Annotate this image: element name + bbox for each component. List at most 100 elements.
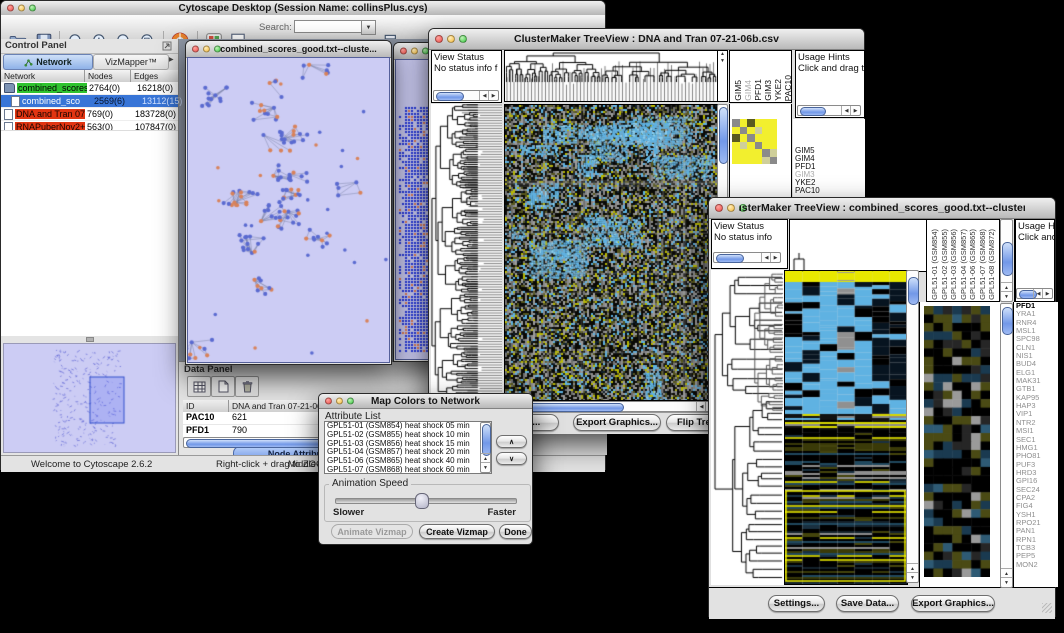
network-canvas[interactable] <box>188 58 391 364</box>
scroll-down-icon[interactable]: ▼ <box>1001 291 1012 301</box>
scrollbar[interactable]: ▲▼ <box>1000 303 1013 588</box>
treeview2-heatmap[interactable] <box>784 270 908 585</box>
close-icon[interactable] <box>400 48 407 55</box>
export-graphics-button[interactable]: Export Graphics... <box>911 595 995 612</box>
control-panel-title: Control Panel <box>5 40 67 51</box>
cell-id: PFD1 <box>183 425 229 437</box>
scrollbar-thumb[interactable] <box>1002 242 1013 276</box>
main-titlebar[interactable]: Cytoscape Desktop (Session Name: collins… <box>1 1 605 16</box>
col-id[interactable]: ID <box>183 400 229 412</box>
treeview2-titlebar[interactable]: ClusterMaker TreeView : combined_scores_… <box>709 198 1055 219</box>
treeview1-mini-heatmap[interactable] <box>732 119 777 164</box>
speed-slider-thumb[interactable] <box>415 493 429 509</box>
minimize-icon[interactable] <box>18 5 25 12</box>
new-doc-icon <box>218 380 229 393</box>
new-attribute-button[interactable] <box>211 376 235 397</box>
treeview1-titlebar[interactable]: ClusterMaker TreeView : DNA and Tran 07-… <box>429 29 864 50</box>
close-icon[interactable] <box>192 46 199 53</box>
done-button[interactable]: Done <box>499 524 532 539</box>
minimize-icon[interactable] <box>447 35 455 43</box>
minimize-icon[interactable] <box>411 48 418 55</box>
matrix-cell <box>747 127 755 135</box>
export-graphics-button[interactable]: Export Graphics... <box>573 414 661 431</box>
attribute-list[interactable]: GPL51-01 (GSM854) heat shock 05 minGPL51… <box>324 421 492 474</box>
tab-vizmapper[interactable]: VizMapper™ <box>93 54 169 70</box>
scrollbar[interactable]: ◀▶ <box>713 252 781 263</box>
animate-vizmap-button[interactable]: Animate Vizmap <box>331 524 413 539</box>
resize-grip[interactable] <box>1042 603 1052 613</box>
scrollbar[interactable]: ◀▶ <box>504 401 716 412</box>
dialog-titlebar[interactable]: Map Colors to Network <box>319 394 532 409</box>
matrix-cell <box>755 142 763 150</box>
scroll-up-icon[interactable]: ▲ <box>718 51 727 58</box>
scrollbar-thumb[interactable] <box>716 254 744 263</box>
birdseye-canvas[interactable] <box>4 344 175 452</box>
tab-network[interactable]: Network <box>3 54 93 70</box>
scrollbar-thumb[interactable] <box>719 107 728 164</box>
settings-button[interactable]: Settings... <box>768 595 825 612</box>
col-network[interactable]: Network <box>1 70 85 82</box>
move-up-button[interactable]: ∧ <box>496 435 527 448</box>
matrix-cell <box>740 142 748 150</box>
save-data-button[interactable]: Save Data... <box>836 595 899 612</box>
treeview2-gene-list[interactable]: PFD1YRA1RNR4MSL1SPC98CLN1NIS1BUD4ELG1MAK… <box>1013 302 1058 587</box>
scroll-right-icon[interactable]: ▶ <box>1042 289 1052 298</box>
splitter-handle[interactable] <box>1 335 178 343</box>
scrollbar[interactable]: ◀▶ <box>797 105 861 116</box>
col-nodes[interactable]: Nodes <box>85 70 131 82</box>
close-icon[interactable] <box>435 35 443 43</box>
network-window-titlebar[interactable]: combined_scores_good.txt--cluste... <box>186 41 391 58</box>
scroll-down-icon[interactable]: ▼ <box>718 58 727 65</box>
treeview1-arrow-strip: ▲ ▼ <box>717 50 728 102</box>
matrix-cell <box>747 134 755 142</box>
minimize-icon[interactable] <box>727 204 735 212</box>
minimize-icon[interactable] <box>203 46 210 53</box>
network-list-row[interactable]: combined_sco2569(6)13112(15) <box>1 95 178 108</box>
search-dropdown-icon[interactable]: ▼ <box>361 20 376 35</box>
network-window-title: combined_scores_good.txt--cluste... <box>210 41 387 57</box>
minimize-icon[interactable] <box>336 398 343 405</box>
float-panel-icon[interactable] <box>162 41 172 51</box>
scrollbar-thumb[interactable] <box>1002 307 1013 335</box>
scroll-down-icon[interactable]: ▼ <box>481 462 490 472</box>
close-icon[interactable] <box>7 5 14 12</box>
scrollbar[interactable]: ◀▶ <box>433 90 499 101</box>
scroll-down-icon[interactable]: ▼ <box>1001 577 1012 587</box>
scroll-right-icon[interactable]: ▶ <box>850 106 860 115</box>
network-list-row[interactable]: DNA and Tran 07769(0)183728(0) <box>1 108 178 121</box>
scrollbar[interactable]: ▲▼ <box>480 422 491 473</box>
treeview1-column-dendrogram[interactable] <box>504 50 718 102</box>
col-edges[interactable]: Edges <box>131 70 178 82</box>
scrollbar[interactable]: ◀▶ <box>1016 288 1053 299</box>
scroll-right-icon[interactable]: ▶ <box>488 91 498 100</box>
scrollbar-thumb[interactable] <box>436 92 464 101</box>
scroll-right-icon[interactable]: ▶ <box>770 253 780 262</box>
scrollbar-thumb[interactable] <box>908 277 919 305</box>
tabs-more-icon[interactable]: ▶ <box>169 56 174 63</box>
close-icon[interactable] <box>715 204 723 212</box>
delete-attribute-button[interactable] <box>235 376 259 397</box>
treeview2-column-dendrogram[interactable] <box>789 219 927 272</box>
treeview1-heatmap[interactable] <box>504 104 718 401</box>
scrollbar[interactable]: ▲▼ <box>906 270 919 583</box>
attribute-select-button[interactable] <box>187 376 211 397</box>
scroll-down-icon[interactable]: ▼ <box>907 572 918 582</box>
attribute-list-item[interactable]: GPL51-07 (GSM868) heat shock 60 min <box>325 466 491 474</box>
treeview2-zoom-heatmap[interactable] <box>924 306 990 577</box>
birdseye-view[interactable] <box>3 343 176 453</box>
network-nodes: 769(0) <box>85 109 133 119</box>
move-down-button[interactable]: ∨ <box>496 452 527 465</box>
treeview2-row-dendrogram[interactable] <box>711 270 784 585</box>
search-input[interactable] <box>294 20 362 33</box>
status-welcome: Welcome to Cytoscape 2.6.2 <box>31 459 152 470</box>
treeview1-row-dendrogram[interactable] <box>431 104 502 399</box>
close-icon[interactable] <box>325 398 332 405</box>
matrix-cell <box>740 119 748 127</box>
create-vizmap-button[interactable]: Create Vizmap <box>419 524 495 539</box>
network-edges: 16218(0) <box>135 83 178 93</box>
scrollbar-thumb[interactable] <box>482 424 491 456</box>
matrix-cell <box>762 119 770 127</box>
scrollbar-thumb[interactable] <box>800 107 826 116</box>
scrollbar[interactable]: ▲▼ <box>1000 219 1013 302</box>
network-list-row[interactable]: combined_scores2764(0)16218(0) <box>1 82 178 95</box>
